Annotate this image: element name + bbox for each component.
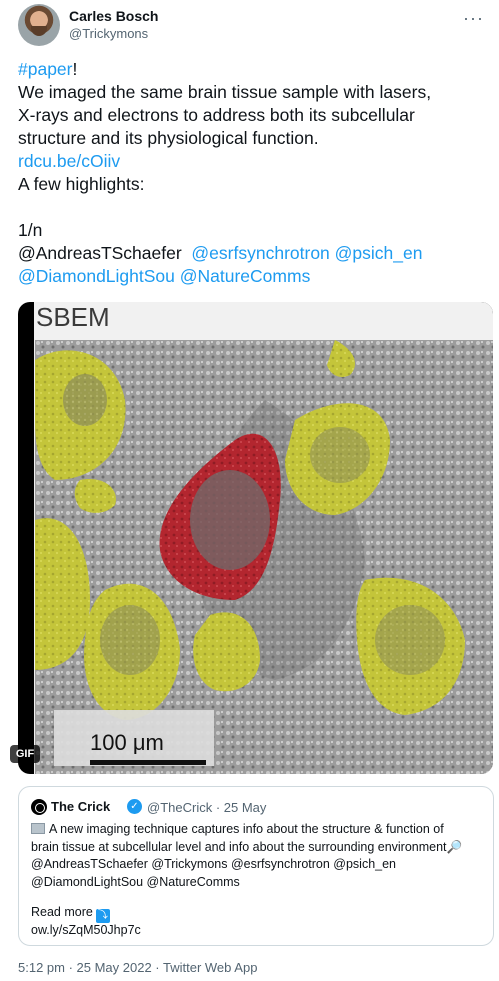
media-image: SBEM 100 μm [34, 302, 493, 774]
tweet-line: structure and its physiological function… [18, 128, 319, 148]
tweet-media[interactable]: SBEM 100 μm [18, 302, 493, 774]
tweet-line: X-rays and electrons to address both its… [18, 105, 415, 125]
author-name[interactable]: Carles Bosch [69, 8, 158, 24]
mentions-line-2[interactable]: @DiamondLightSou @NatureComms [18, 265, 486, 288]
quoted-tweet[interactable]: The Crick ✓ @TheCrick · 25 May A new ima… [18, 786, 494, 946]
media-label: SBEM [36, 302, 110, 332]
quote-body: A new imaging technique captures info ab… [31, 821, 487, 891]
magnifier-icon: 🔎 [446, 839, 463, 854]
picture-icon [31, 823, 45, 834]
quote-url[interactable]: ow.ly/sZqM50Jhp7c [31, 923, 141, 937]
scale-bar [90, 760, 206, 765]
author-avatar[interactable] [18, 4, 60, 46]
tweet-timestamp[interactable]: 5:12 pm · 25 May 2022 · Twitter Web App [18, 960, 257, 975]
quote-line: @DiamondLightSou @NatureComms [31, 874, 240, 889]
hashtag-link[interactable]: #paper [18, 59, 73, 79]
mention-links[interactable]: @esrfsynchrotron @psich_en [191, 243, 422, 263]
highlights-text: A few highlights: [18, 174, 145, 194]
read-more-line: Read more ⤵ [31, 905, 110, 923]
scale-bar-label: 100 μm [90, 730, 164, 755]
quote-handle[interactable]: @TheCrick [147, 800, 212, 815]
quote-avatar[interactable] [31, 799, 47, 815]
arrow-right-icon: ⤵ [95, 909, 110, 923]
gif-badge: GIF [10, 745, 40, 763]
tweet-line: We imaged the same brain tissue sample w… [18, 82, 432, 102]
tweet-body: #paper! We imaged the same brain tissue … [18, 58, 486, 288]
quote-author-name[interactable]: The Crick [51, 799, 110, 814]
mentions-line-1: @AndreasTSchaefer @esrfsynchrotron @psic… [18, 242, 486, 265]
thread-index: 1/n [18, 220, 43, 240]
quote-date[interactable]: 25 May [224, 800, 267, 815]
quote-line: A new imaging technique captures info ab… [31, 821, 487, 839]
verified-icon: ✓ [127, 799, 142, 814]
author-handle[interactable]: @Trickymons [69, 26, 148, 41]
quote-line: brain tissue at subcellular level and in… [31, 839, 463, 854]
read-more-text: Read more [31, 905, 93, 919]
more-horizontal-icon[interactable]: ··· [463, 8, 484, 29]
tweet-header: Carles Bosch @Trickymons ··· [18, 4, 488, 46]
brain-tissue-image [35, 340, 493, 774]
mention-plain: @AndreasTSchaefer [18, 243, 182, 263]
quote-meta: @TheCrick · 25 May [147, 800, 267, 815]
paper-link[interactable]: rdcu.be/cOiiv [18, 150, 486, 173]
hashtag-suffix: ! [72, 59, 78, 79]
tweet-line-hashtag: #paper! [18, 58, 486, 81]
quote-line: @AndreasTSchaefer @Trickymons @esrfsynch… [31, 857, 397, 871]
